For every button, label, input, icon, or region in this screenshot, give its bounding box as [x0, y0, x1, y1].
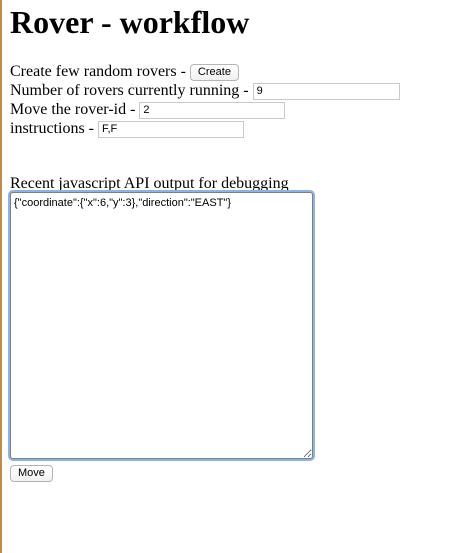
- instructions-label: instructions -: [10, 120, 94, 137]
- move-button[interactable]: Move: [10, 465, 53, 482]
- instructions-row: instructions -: [10, 120, 244, 138]
- rover-count-row: Number of rovers currently running -: [10, 82, 400, 100]
- debug-output-label-row: Recent javascript API output for debuggi…: [10, 175, 289, 193]
- rover-id-input[interactable]: [139, 101, 286, 119]
- rover-id-row: Move the rover-id -: [10, 101, 286, 119]
- debug-output-textarea[interactable]: {"coordinate":{"x":6,"y":3},"direction":…: [10, 192, 313, 459]
- debug-output-label: Recent javascript API output for debuggi…: [10, 175, 289, 192]
- create-rovers-label: Create few random rovers -: [10, 63, 186, 80]
- rover-id-label: Move the rover-id -: [10, 101, 136, 118]
- instructions-input[interactable]: [98, 120, 244, 138]
- window-left-edge: [0, 0, 2, 553]
- create-button[interactable]: Create: [189, 63, 239, 81]
- rover-count-label: Number of rovers currently running -: [10, 82, 249, 99]
- create-rovers-row: Create few random rovers - Create: [10, 63, 239, 81]
- rover-count-input[interactable]: [252, 82, 400, 100]
- page-title: Rover - workflow: [10, 4, 250, 40]
